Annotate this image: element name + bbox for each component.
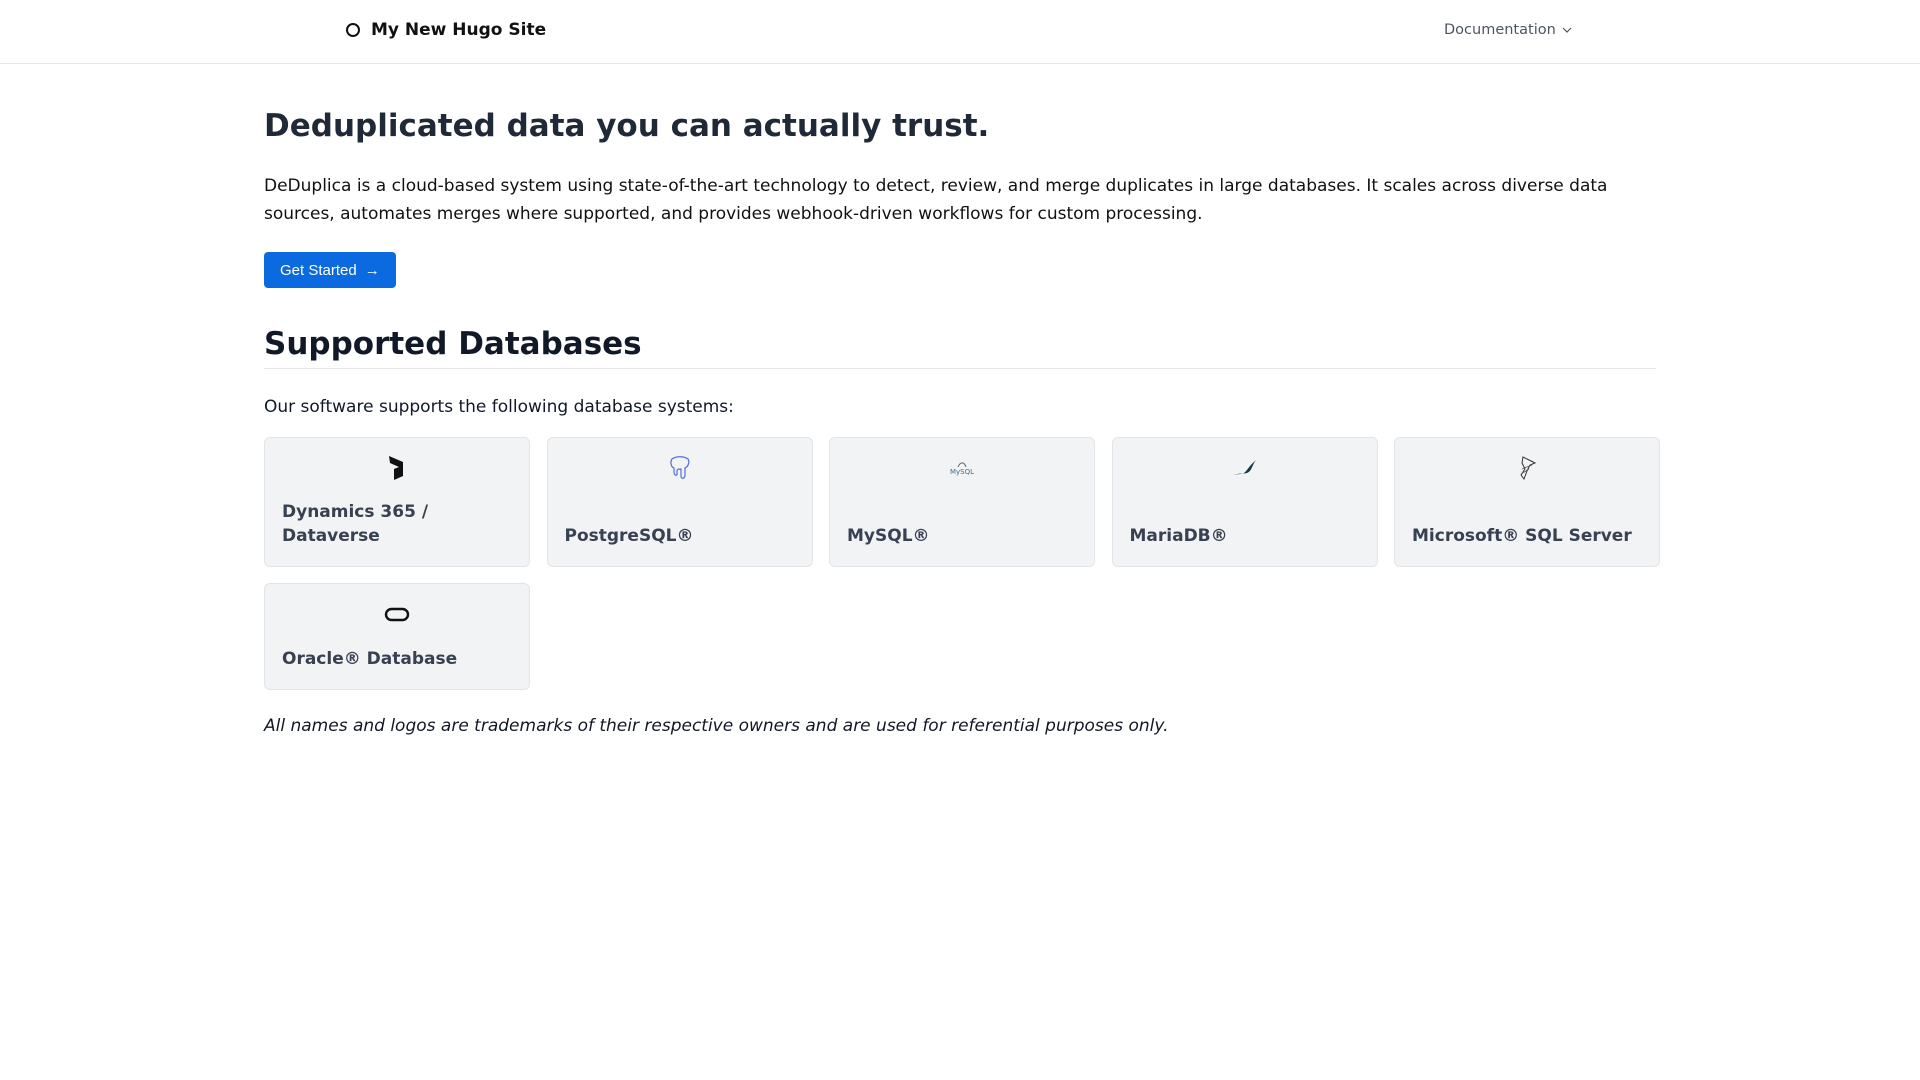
database-card-sql-server: Microsoft® SQL Server bbox=[1394, 437, 1660, 567]
sql-server-icon bbox=[1520, 456, 1537, 481]
database-card-mysql: MySQL MySQL® bbox=[829, 437, 1095, 567]
databases-intro: Our software supports the following data… bbox=[264, 397, 734, 417]
oracle-icon bbox=[384, 607, 410, 622]
database-label: MySQL® bbox=[847, 526, 930, 546]
site-title: My New Hugo Site bbox=[371, 20, 547, 40]
get-started-label: Get Started bbox=[280, 261, 357, 279]
chevron-down-icon bbox=[1562, 27, 1572, 33]
nav-documentation-dropdown[interactable]: Documentation bbox=[1444, 22, 1572, 38]
mariadb-icon bbox=[1232, 460, 1256, 475]
database-card-dynamics: Dynamics 365 / Dataverse bbox=[264, 437, 530, 567]
site-brand-link[interactable]: My New Hugo Site bbox=[345, 20, 546, 40]
database-card-mariadb: MariaDB® bbox=[1111, 437, 1378, 567]
mysql-icon: MySQL bbox=[950, 460, 974, 476]
database-card-oracle: Oracle® Database bbox=[264, 583, 530, 690]
database-grid: Dynamics 365 / Dataverse PostgreSQL® MyS… bbox=[264, 437, 1660, 690]
database-label: MariaDB® bbox=[1129, 526, 1228, 546]
hero-description: DeDuplica is a cloud-based system using … bbox=[264, 176, 1608, 224]
supported-databases-heading: Supported Databases bbox=[264, 326, 1656, 369]
main-content: Deduplicated data you can actually trust… bbox=[264, 64, 1660, 736]
database-card-postgresql: PostgreSQL® bbox=[546, 437, 813, 567]
trademark-note: All names and logos are trademarks of th… bbox=[264, 716, 1169, 736]
site-header: My New Hugo Site Documentation bbox=[0, 0, 1920, 64]
postgresql-icon bbox=[669, 456, 689, 479]
database-label: Dynamics 365 / Dataverse bbox=[282, 502, 429, 546]
arrow-right-icon: → bbox=[364, 261, 380, 279]
logo-circle-icon bbox=[346, 23, 360, 37]
hero-title: Deduplicated data you can actually trust… bbox=[264, 108, 990, 144]
dynamics-icon bbox=[389, 456, 403, 480]
database-label: Microsoft® SQL Server bbox=[1412, 526, 1632, 546]
get-started-button[interactable]: Get Started → bbox=[264, 252, 396, 288]
database-label: Oracle® Database bbox=[282, 649, 458, 669]
nav-documentation-label: Documentation bbox=[1444, 22, 1556, 38]
database-label: PostgreSQL® bbox=[564, 526, 694, 546]
